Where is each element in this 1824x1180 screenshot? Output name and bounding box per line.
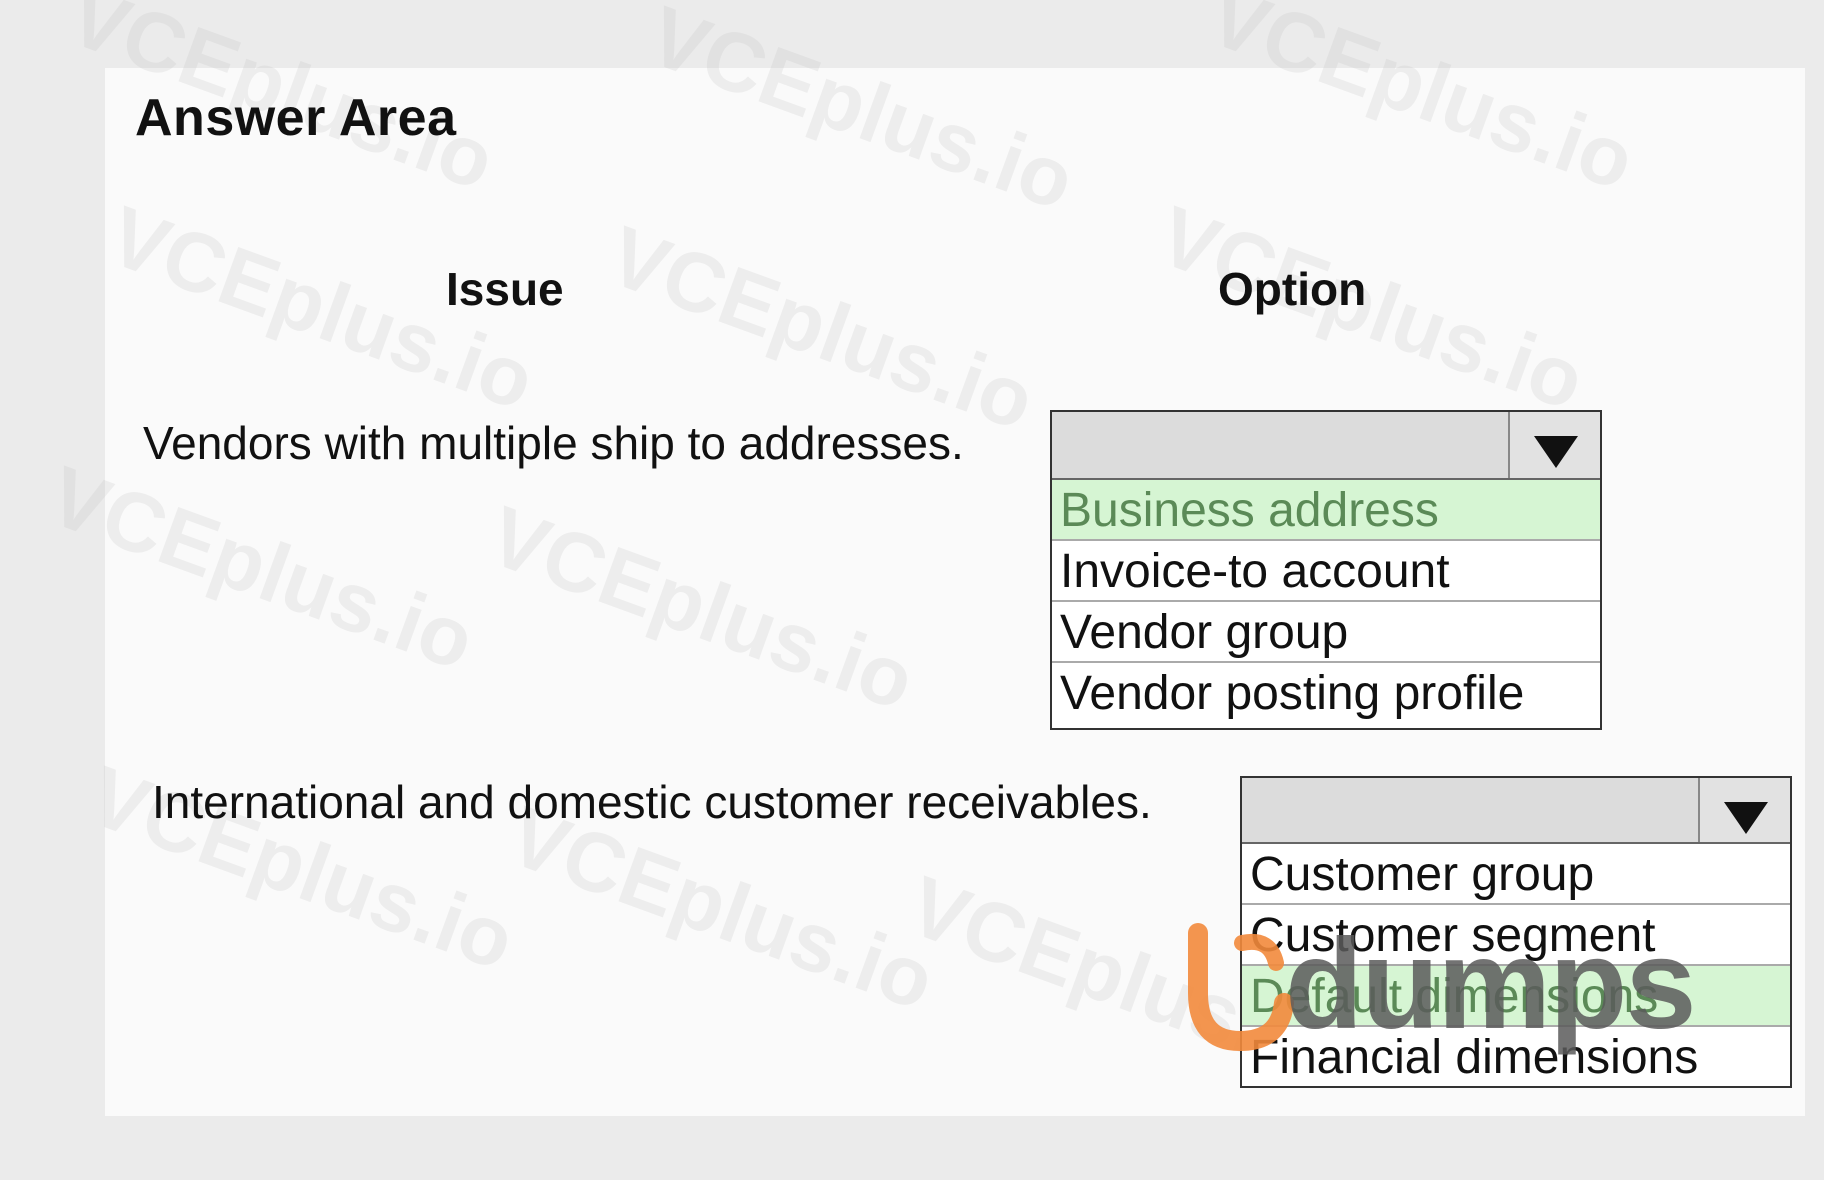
dropdown-arrow-icon[interactable]: [1698, 778, 1790, 842]
vendors-option-dropdown[interactable]: Business address Invoice-to account Vend…: [1050, 410, 1602, 730]
dropdown-arrow-icon[interactable]: [1508, 412, 1600, 478]
issue-column-header: Issue: [446, 263, 564, 315]
screenshot-frame: VCEplus.io VCEplus.io VCEplus.io VCEplus…: [0, 0, 1824, 1180]
dropdown-option[interactable]: Default dimensions: [1242, 966, 1790, 1027]
dropdown-option[interactable]: Vendor posting profile: [1052, 663, 1600, 724]
issue-text: Vendors with multiple ship to addresses.: [143, 417, 964, 469]
dropdown-option[interactable]: Vendor group: [1052, 602, 1600, 663]
dropdown-selected-field[interactable]: [1242, 778, 1790, 844]
dropdown-option[interactable]: Business address: [1052, 480, 1600, 541]
dropdown-option[interactable]: Customer segment: [1242, 905, 1790, 966]
issue-text: International and domestic customer rece…: [152, 776, 1152, 828]
dropdown-option[interactable]: Financial dimensions: [1242, 1027, 1790, 1088]
dropdown-option[interactable]: Invoice-to account: [1052, 541, 1600, 602]
receivables-option-dropdown[interactable]: Customer group Customer segment Default …: [1240, 776, 1792, 1088]
dropdown-option[interactable]: Customer group: [1242, 844, 1790, 905]
option-column-header: Option: [1218, 263, 1367, 315]
answer-area-title: Answer Area: [135, 89, 457, 147]
dropdown-selected-field[interactable]: [1052, 412, 1600, 480]
